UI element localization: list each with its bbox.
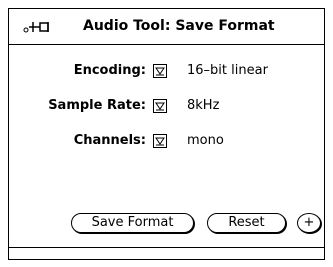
- menu-triangle-down-icon: [155, 102, 165, 111]
- encoding-label: Encoding:: [73, 63, 146, 78]
- channels-label: Channels:: [73, 133, 146, 148]
- menu-triangle-down-icon: [155, 67, 165, 76]
- encoding-value: 16–bit linear: [187, 63, 268, 78]
- titlebar: Audio Tool: Save Format: [9, 9, 324, 45]
- sample-rate-menu-button[interactable]: [153, 99, 167, 113]
- pushpin-icon[interactable]: [23, 19, 53, 35]
- channels-value: mono: [187, 133, 224, 148]
- sample-rate-value: 8kHz: [187, 98, 220, 113]
- more-button[interactable]: +: [297, 213, 321, 233]
- sample-rate-label: Sample Rate:: [48, 98, 146, 113]
- format-panel: Encoding: 16–bit linear Sample Rate: 8kH…: [9, 45, 324, 248]
- window-title: Audio Tool: Save Format: [83, 18, 275, 34]
- save-format-button[interactable]: Save Format: [71, 213, 194, 233]
- sample-rate-row: Sample Rate: 8kHz: [9, 96, 324, 118]
- channels-menu-button[interactable]: [153, 134, 167, 148]
- encoding-menu-button[interactable]: [153, 64, 167, 78]
- menu-triangle-down-icon: [155, 137, 165, 146]
- channels-row: Channels: mono: [9, 131, 324, 153]
- reset-button[interactable]: Reset: [207, 213, 286, 233]
- save-format-window: Audio Tool: Save Format Encoding: 16–bit…: [8, 8, 325, 260]
- encoding-row: Encoding: 16–bit linear: [9, 61, 324, 83]
